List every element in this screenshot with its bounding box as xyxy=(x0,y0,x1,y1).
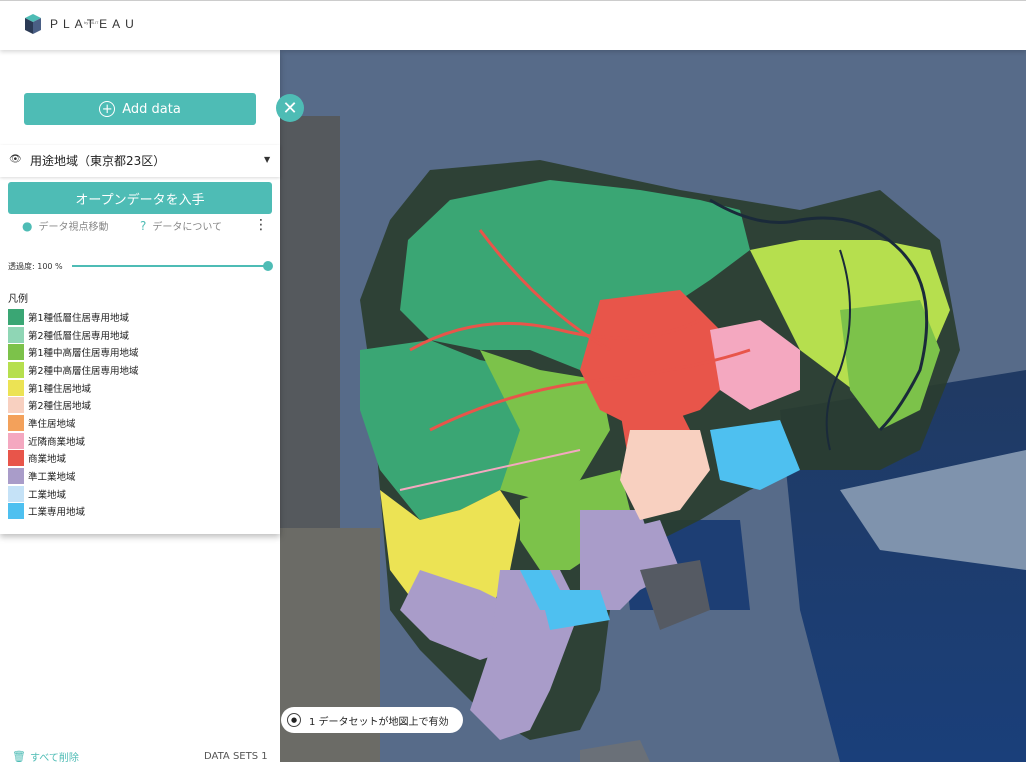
legend-label: 第1種住居地域 xyxy=(28,383,92,395)
legend-swatch xyxy=(8,379,24,396)
legend-item: 工業地域 xyxy=(8,485,139,503)
legend-label: 第2種住居地域 xyxy=(28,401,92,413)
legend-label: 第2種中高層住居専用地域 xyxy=(28,365,139,377)
legend-item: 商業地域 xyxy=(8,450,139,468)
legend: 第1種低層住居専用地域 第2種低層住居専用地域 第1種中高層住居専用地域 第2種中高層… xyxy=(8,308,139,520)
dataset-panel: + Add data 👁 用途地域（東京都23区） ▼ オープンデータを入手 ●… xyxy=(0,50,280,534)
plateau-logo[interactable]: PLATEAU xyxy=(24,13,139,35)
legend-item: 準工業地域 xyxy=(8,467,139,485)
trash-icon: 🗑 xyxy=(12,750,26,763)
legend-swatch xyxy=(8,468,24,485)
opacity-label: 透過度: 100 % xyxy=(8,262,63,271)
move-view-link[interactable]: ● データ視点移動 xyxy=(22,218,109,234)
legend-swatch xyxy=(8,485,24,502)
legend-label: 第1種低層住居専用地域 xyxy=(28,312,130,324)
legend-title: 凡例 xyxy=(8,294,28,305)
legend-item: 工業専用地域 xyxy=(8,503,139,521)
question-mark-icon: ? xyxy=(140,218,147,233)
about-data-label: データについて xyxy=(152,222,223,233)
about-data-link[interactable]: ? データについて xyxy=(140,218,223,234)
legend-swatch xyxy=(8,432,24,449)
close-icon: ✕ xyxy=(282,97,298,119)
opacity-slider-thumb[interactable] xyxy=(263,261,273,271)
legend-item: 準住居地域 xyxy=(8,414,139,432)
add-data-button[interactable]: + Add data xyxy=(24,93,256,125)
logo-cube-icon xyxy=(25,14,41,34)
legend-item: 第1種中高層住居専用地域 xyxy=(8,343,139,361)
chevron-down-icon[interactable]: ▼ xyxy=(264,155,270,164)
legend-item: 第2種低層住居専用地域 xyxy=(8,326,139,344)
location-pin-icon: ● xyxy=(22,218,33,233)
legend-item: 近隣商業地域 xyxy=(8,432,139,450)
legend-label: 第1種中高層住居専用地域 xyxy=(28,348,139,360)
legend-swatch xyxy=(8,503,24,520)
eye-icon[interactable]: 👁 xyxy=(9,154,22,165)
legend-swatch xyxy=(8,344,24,361)
legend-label: 第2種低層住居専用地域 xyxy=(28,330,130,342)
sidebar: + Add data 👁 用途地域（東京都23区） ▼ オープンデータを入手 ●… xyxy=(0,50,280,764)
legend-label: 準住居地域 xyxy=(28,418,76,430)
move-view-label: データ視点移動 xyxy=(38,222,109,233)
dataset-header[interactable]: 👁 用途地域（東京都23区） ▼ xyxy=(0,145,280,177)
dataset-title: 用途地域（東京都23区） xyxy=(30,154,166,168)
close-panel-button[interactable]: ✕ xyxy=(276,94,304,122)
legend-label: 近隣商業地域 xyxy=(28,436,86,448)
logo-subtext: by MLIT xyxy=(84,20,99,25)
legend-item: 第2種住居地域 xyxy=(8,396,139,414)
legend-label: 工業専用地域 xyxy=(28,507,86,519)
plus-circle-icon: + xyxy=(99,101,116,117)
legend-swatch xyxy=(8,326,24,343)
get-open-data-label: オープンデータを入手 xyxy=(75,192,205,208)
legend-swatch xyxy=(8,308,24,325)
legend-item: 第1種住居地域 xyxy=(8,379,139,397)
more-options-icon[interactable]: ⋮ xyxy=(254,218,268,232)
get-open-data-button[interactable]: オープンデータを入手 xyxy=(8,182,272,214)
map-canvas[interactable] xyxy=(280,50,1026,762)
legend-item: 第1種低層住居専用地域 xyxy=(8,308,139,326)
legend-label: 商業地域 xyxy=(28,454,67,466)
legend-swatch xyxy=(8,414,24,431)
legend-swatch xyxy=(8,361,24,378)
map-view[interactable] xyxy=(280,50,1026,762)
legend-swatch xyxy=(8,450,24,467)
signal-icon: ● xyxy=(287,713,301,727)
active-datasets-text: 1 データセットが地図上で有効 xyxy=(309,716,449,728)
legend-swatch xyxy=(8,397,24,414)
add-data-label: Add data xyxy=(122,101,181,117)
legend-item: 第2種中高層住居専用地域 xyxy=(8,361,139,379)
opacity-slider-track[interactable] xyxy=(72,265,268,267)
active-datasets-pill: ● 1 データセットが地図上で有効 xyxy=(281,707,463,733)
top-bar: PLATEAU by MLIT xyxy=(0,0,1026,50)
legend-label: 準工業地域 xyxy=(28,472,76,484)
legend-label: 工業地域 xyxy=(28,489,67,501)
datasets-count: DATA SETS 1 xyxy=(204,751,268,762)
